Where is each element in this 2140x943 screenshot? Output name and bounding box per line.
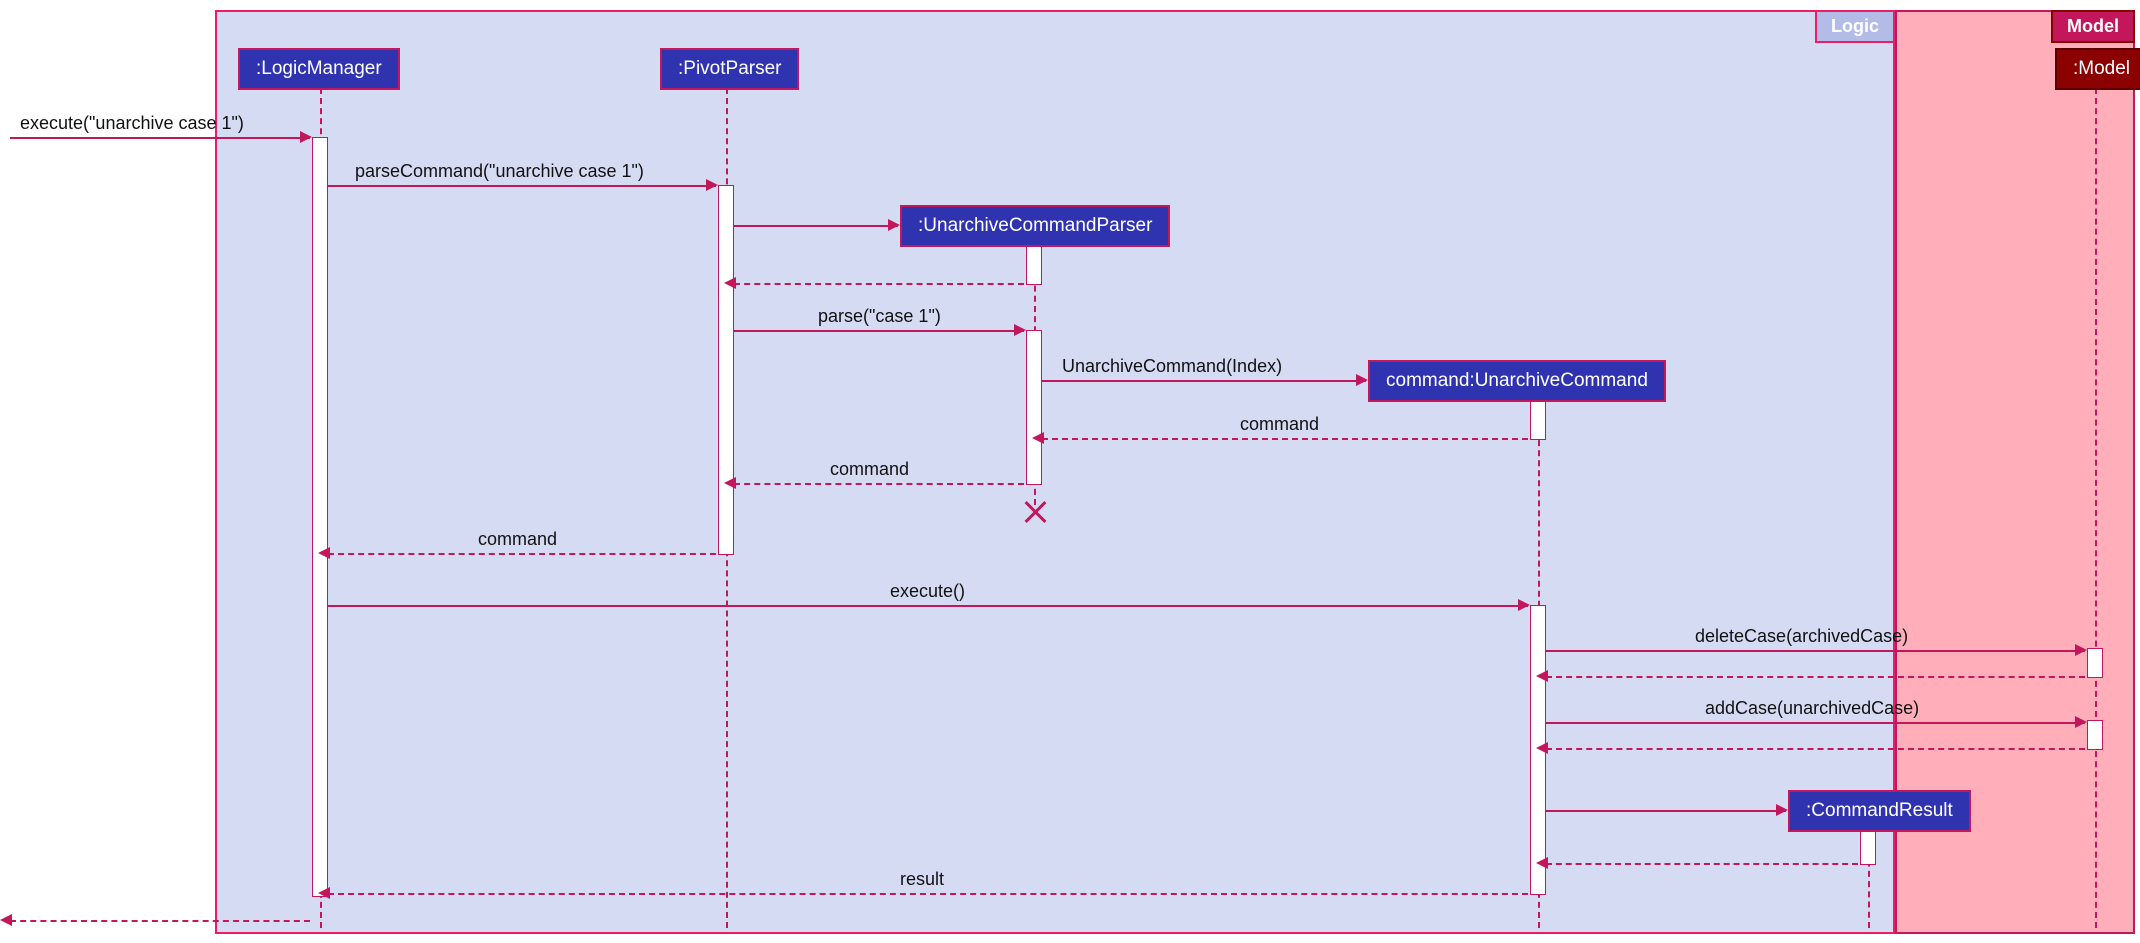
arrowhead-delete-case-return bbox=[1536, 670, 1548, 682]
msg-add-case: addCase(unarchivedCase) bbox=[1705, 698, 1919, 719]
activation-command-result bbox=[1860, 830, 1876, 865]
arrowhead-command-return-2 bbox=[724, 477, 736, 489]
arrow-final-return bbox=[10, 920, 310, 922]
model-frame-title: Model bbox=[2051, 10, 2135, 43]
lifeline-model bbox=[2095, 88, 2097, 928]
arrow-parse-command bbox=[328, 185, 716, 187]
arrowhead-command-return-3 bbox=[318, 547, 330, 559]
arrow-add-case-return bbox=[1546, 748, 2085, 750]
activation-unarchive-command-1 bbox=[1530, 400, 1546, 440]
arrowhead-parse-command bbox=[706, 179, 718, 191]
destroy-icon bbox=[1020, 498, 1048, 526]
participant-pivot-parser: :PivotParser bbox=[660, 48, 799, 90]
msg-parse-command: parseCommand("unarchive case 1") bbox=[355, 161, 644, 182]
arrowhead-add-case bbox=[2075, 716, 2087, 728]
participant-unarchive-parser: :UnarchiveCommandParser bbox=[900, 205, 1170, 247]
arrowhead-create-result-return bbox=[1536, 857, 1548, 869]
arrowhead-delete-case bbox=[2075, 644, 2087, 656]
arrowhead-result bbox=[318, 887, 330, 899]
participant-model: :Model bbox=[2055, 48, 2140, 90]
participant-logic-manager: :LogicManager bbox=[238, 48, 400, 90]
msg-delete-case: deleteCase(archivedCase) bbox=[1695, 626, 1908, 647]
msg-command-return-1: command bbox=[1240, 414, 1319, 435]
msg-command-return-3: command bbox=[478, 529, 557, 550]
activation-unarchive-parser-1 bbox=[1026, 245, 1042, 285]
participant-unarchive-command: command:UnarchiveCommand bbox=[1368, 360, 1666, 402]
arrowhead-new-command bbox=[1356, 374, 1368, 386]
arrowhead-add-case-return bbox=[1536, 742, 1548, 754]
arrow-create-result bbox=[1546, 810, 1786, 812]
participant-command-result: :CommandResult bbox=[1788, 790, 1971, 832]
msg-new-command: UnarchiveCommand(Index) bbox=[1062, 356, 1282, 377]
logic-frame-title: Logic bbox=[1815, 10, 1895, 43]
arrow-create-parser bbox=[734, 225, 898, 227]
arrow-command-return-3 bbox=[328, 553, 716, 555]
arrowhead-execute bbox=[1518, 599, 1530, 611]
arrow-result bbox=[328, 893, 1528, 895]
arrow-execute bbox=[328, 605, 1528, 607]
arrow-create-result-return bbox=[1546, 863, 1858, 865]
arrowhead-command-return-1 bbox=[1032, 432, 1044, 444]
arrow-delete-case bbox=[1546, 650, 2085, 652]
arrowhead-final-return bbox=[0, 914, 12, 926]
arrow-new-command bbox=[1042, 380, 1366, 382]
activation-pivot-parser bbox=[718, 185, 734, 555]
arrow-command-return-1 bbox=[1042, 438, 1528, 440]
arrow-create-parser-return bbox=[734, 283, 1024, 285]
msg-parse: parse("case 1") bbox=[818, 306, 941, 327]
msg-command-return-2: command bbox=[830, 459, 909, 480]
arrow-add-case bbox=[1546, 722, 2085, 724]
arrow-parse bbox=[734, 330, 1024, 332]
arrow-execute-in bbox=[10, 137, 310, 139]
arrowhead-create-parser bbox=[888, 219, 900, 231]
msg-execute: execute() bbox=[890, 581, 965, 602]
arrowhead-execute-in bbox=[300, 131, 312, 143]
arrowhead-create-parser-return bbox=[724, 277, 736, 289]
arrow-delete-case-return bbox=[1546, 676, 2085, 678]
msg-execute-in: execute("unarchive case 1") bbox=[20, 113, 244, 134]
logic-frame: Logic bbox=[215, 10, 1895, 934]
arrowhead-create-result bbox=[1776, 804, 1788, 816]
activation-model-2 bbox=[2087, 720, 2103, 750]
msg-result: result bbox=[900, 869, 944, 890]
activation-logic-manager bbox=[312, 137, 328, 897]
arrowhead-parse bbox=[1014, 324, 1026, 336]
arrow-command-return-2 bbox=[734, 483, 1024, 485]
activation-model-1 bbox=[2087, 648, 2103, 678]
activation-unarchive-parser-2 bbox=[1026, 330, 1042, 485]
